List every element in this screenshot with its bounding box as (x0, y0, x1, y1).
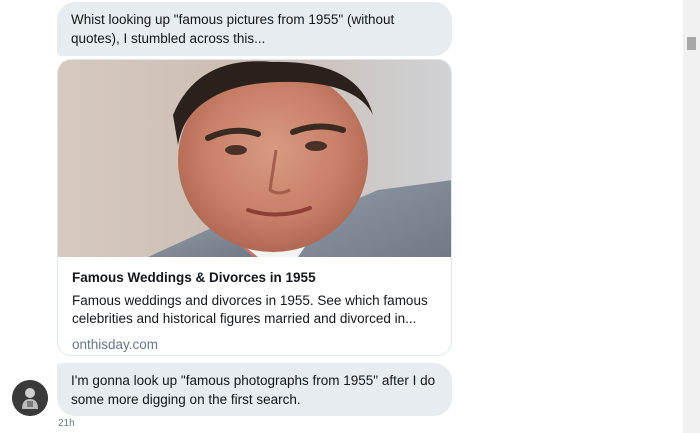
avatar[interactable] (12, 380, 48, 416)
vertical-scrollbar[interactable] (683, 0, 700, 433)
link-preview-card[interactable]: Famous Weddings & Divorces in 1955 Famou… (57, 59, 452, 356)
user-avatar-icon (12, 380, 48, 416)
card-domain: onthisday.com (72, 337, 159, 352)
card-description: Famous weddings and divorces in 1955. Se… (72, 293, 428, 326)
message-text: Whist looking up "famous pictures from 1… (71, 12, 395, 46)
message-bubble-top: Whist looking up "famous pictures from 1… (57, 2, 452, 56)
message-timestamp: 21h (58, 418, 75, 429)
card-title[interactable]: Famous Weddings & Divorces in 1955 (72, 269, 437, 287)
message-bubble-bottom: I'm gonna look up "famous photographs fr… (57, 363, 452, 416)
message-text: I'm gonna look up "famous photographs fr… (71, 373, 436, 407)
card-body[interactable]: Famous Weddings & Divorces in 1955 Famou… (58, 257, 451, 354)
portrait-photo (58, 60, 451, 257)
card-image[interactable] (58, 60, 451, 257)
scrollbar-thumb[interactable] (687, 37, 696, 50)
